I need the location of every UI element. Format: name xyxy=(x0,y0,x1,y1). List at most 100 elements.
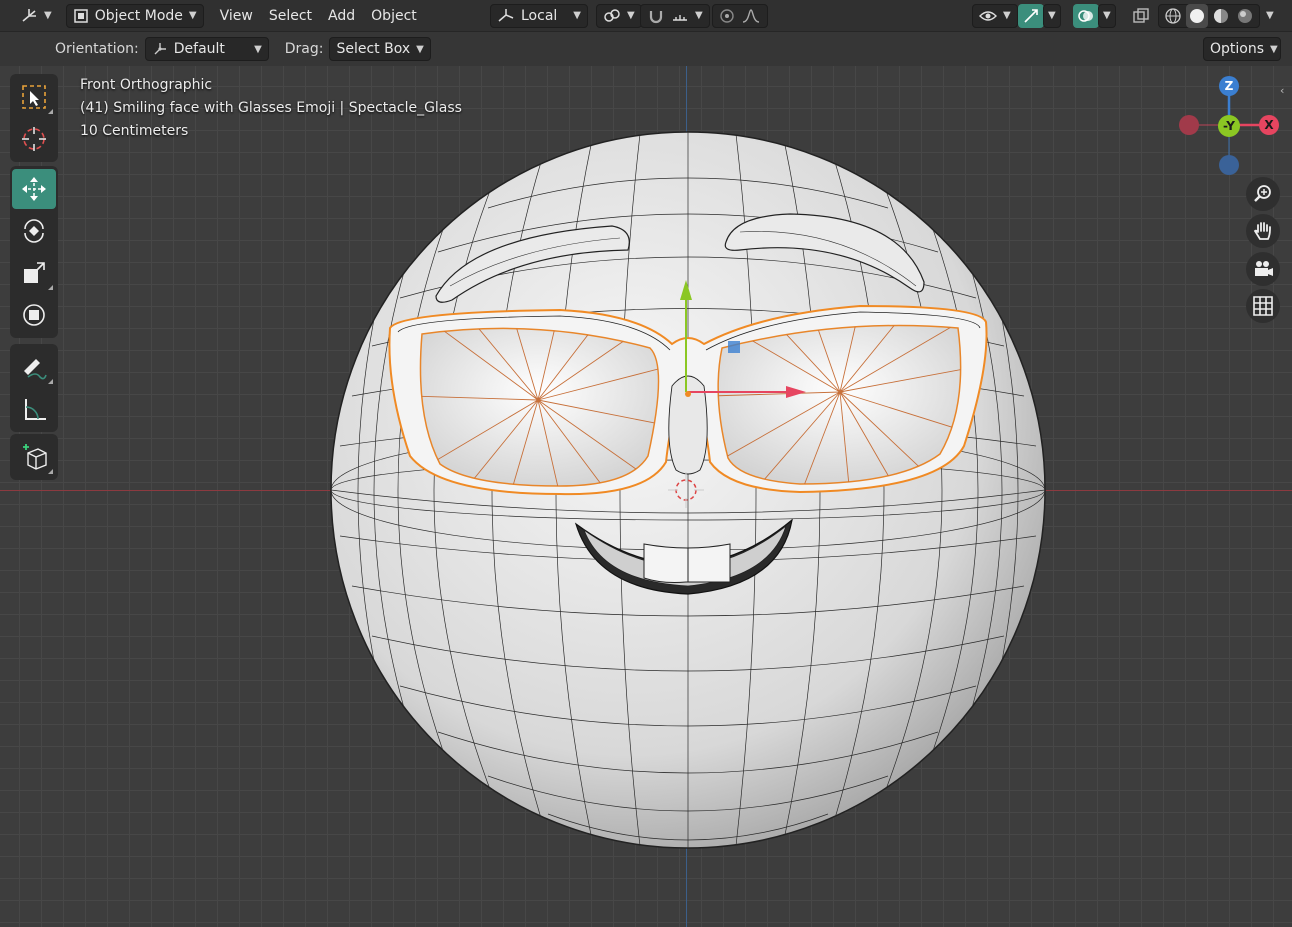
menu-object[interactable]: Object xyxy=(363,8,425,24)
annotate-icon xyxy=(24,359,47,380)
shading-solid-button[interactable] xyxy=(1186,3,1208,28)
emoji-model[interactable] xyxy=(0,66,1292,927)
chevron-down-icon: ▼ xyxy=(1048,10,1056,21)
xray-icon xyxy=(1133,7,1149,23)
measure-icon xyxy=(25,399,46,420)
transform-orientation-dropdown[interactable]: Local ▼ xyxy=(490,3,588,28)
gizmo-neg-x-axis[interactable] xyxy=(1179,115,1199,135)
snap-toggle[interactable]: ▼ xyxy=(640,3,710,28)
chevron-down-icon: ▼ xyxy=(695,10,703,21)
mode-dropdown[interactable]: Object Mode ▼ xyxy=(65,3,204,28)
shading-wireframe-button[interactable] xyxy=(1162,4,1184,28)
gizmo-neg-z-axis[interactable] xyxy=(1219,155,1239,175)
object-mode-icon xyxy=(73,8,88,23)
visibility-dropdown[interactable]: ▼ xyxy=(972,3,1018,28)
overlay-toggle[interactable] xyxy=(1073,3,1099,28)
scale-icon xyxy=(24,262,45,283)
pivot-link-icon xyxy=(604,8,620,22)
tool-cursor[interactable] xyxy=(12,119,56,159)
chevron-left-icon: ‹ xyxy=(1280,84,1285,97)
tool-rotate[interactable] xyxy=(12,211,56,251)
gizmo-toggle-icon xyxy=(1024,8,1038,23)
gizmo-dropdown[interactable]: ▼ xyxy=(1043,3,1061,28)
submenu-indicator xyxy=(48,109,53,114)
tool-select-box[interactable] xyxy=(12,77,56,117)
overlay-toggle-icon xyxy=(1078,9,1093,22)
cursor-icon xyxy=(22,127,46,151)
submenu-indicator xyxy=(48,469,53,474)
options-label: Options xyxy=(1210,41,1265,57)
default-orientation-icon xyxy=(154,43,166,55)
move-icon xyxy=(22,177,46,201)
shading-modes xyxy=(1158,3,1260,28)
toolbar-group-transform xyxy=(10,166,58,338)
options-dropdown[interactable]: Options ▼ xyxy=(1203,37,1281,61)
chevron-down-icon: ▼ xyxy=(627,10,635,21)
chevron-down-icon: ▼ xyxy=(1266,10,1274,21)
pan-button[interactable] xyxy=(1246,214,1280,248)
overlay-dropdown[interactable]: ▼ xyxy=(1098,3,1116,28)
object-info: (41) Smiling face with Glasses Emoji | S… xyxy=(80,100,462,116)
right-lens xyxy=(717,324,962,485)
tool-measure[interactable] xyxy=(12,389,56,429)
zoom-icon xyxy=(1254,185,1271,202)
gizmo-y-label: -Y xyxy=(1223,119,1235,133)
chevron-down-icon: ▼ xyxy=(188,10,197,21)
tool-annotate[interactable] xyxy=(12,347,56,387)
axis-gizmo-icon xyxy=(22,8,36,22)
tool-transform[interactable] xyxy=(12,295,56,335)
navigation-gizmo[interactable]: Z -Y X xyxy=(1170,72,1282,184)
mode-label: Object Mode xyxy=(94,7,183,24)
tool-settings-bar: Orientation: Default ▼ Drag: Select Box … xyxy=(0,32,1292,66)
hand-pan-icon xyxy=(1253,222,1271,240)
orientation-value: Default xyxy=(173,41,225,57)
proportional-edit-icon xyxy=(720,8,734,23)
drag-value: Select Box xyxy=(336,41,411,57)
chevron-down-icon: ▼ xyxy=(254,43,262,55)
add-cube-icon xyxy=(23,444,47,470)
gizmo-x-axis[interactable]: X xyxy=(1259,115,1279,135)
drag-dropdown[interactable]: Select Box ▼ xyxy=(329,37,431,61)
transform-icon xyxy=(23,304,45,326)
orientation-label: Local xyxy=(521,7,558,24)
editor-type-button[interactable]: ▼ xyxy=(14,4,58,28)
submenu-indicator xyxy=(48,379,53,384)
grid-ortho-icon xyxy=(1253,296,1273,316)
shading-dropdown[interactable]: ▼ xyxy=(1262,4,1278,28)
menu-select[interactable]: Select xyxy=(261,8,320,24)
gizmo-toggle[interactable] xyxy=(1018,3,1044,28)
toolbar-group-annotate xyxy=(10,344,58,432)
chevron-down-icon: ▼ xyxy=(1003,10,1011,21)
camera-view-button[interactable] xyxy=(1246,252,1280,286)
chevron-down-icon: ▼ xyxy=(573,10,581,21)
sidebar-toggle[interactable]: ‹ xyxy=(1280,84,1292,98)
tool-move[interactable] xyxy=(12,169,56,209)
3d-viewport[interactable]: Front Orthographic (41) Smiling face wit… xyxy=(0,66,1292,927)
snap-magnet-icon xyxy=(649,10,663,23)
xray-toggle[interactable] xyxy=(1128,4,1154,28)
gizmo-y-axis[interactable]: -Y xyxy=(1218,115,1240,137)
view-name: Front Orthographic xyxy=(80,77,213,93)
camera-icon xyxy=(1255,261,1273,276)
tool-add-cube[interactable] xyxy=(12,437,56,477)
gizmo-x-label: X xyxy=(1264,118,1274,132)
shading-rendered-button[interactable] xyxy=(1234,4,1256,28)
pivot-point-dropdown[interactable]: ▼ xyxy=(596,3,642,28)
falloff-curve-icon xyxy=(742,8,760,23)
orientation-dropdown[interactable]: Default ▼ xyxy=(144,37,269,61)
chevron-down-icon: ▼ xyxy=(1270,43,1278,55)
zoom-button[interactable] xyxy=(1246,177,1280,211)
gizmo-z-axis[interactable]: Z xyxy=(1219,76,1239,96)
submenu-indicator xyxy=(48,285,53,290)
chevron-down-icon: ▼ xyxy=(416,43,424,55)
rendered-sphere-icon xyxy=(1238,8,1252,23)
ortho-toggle-button[interactable] xyxy=(1246,289,1280,323)
teeth xyxy=(643,543,731,583)
proportional-edit-toggle[interactable] xyxy=(712,3,768,28)
menu-add[interactable]: Add xyxy=(320,8,363,24)
shading-material-button[interactable] xyxy=(1210,4,1232,28)
drag-field-label: Drag: xyxy=(284,41,324,57)
scale-info: 10 Centimeters xyxy=(80,123,189,139)
tool-scale[interactable] xyxy=(12,253,56,293)
menu-view[interactable]: View xyxy=(212,8,261,24)
